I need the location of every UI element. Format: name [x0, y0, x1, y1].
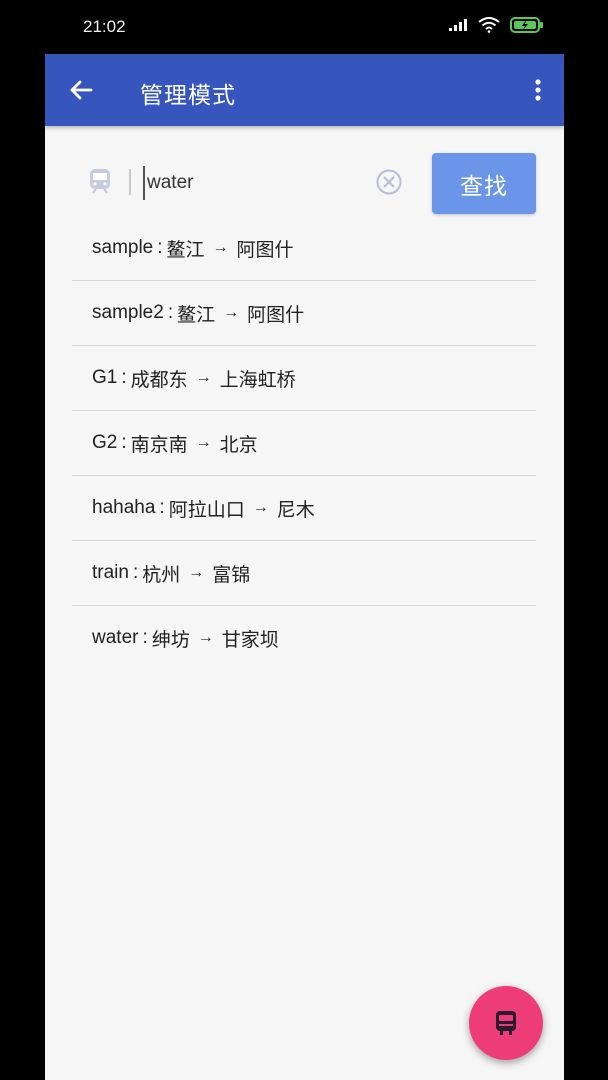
- route-from: 成都东: [130, 369, 188, 391]
- route-to: 阿图什: [247, 304, 305, 326]
- route-from: 鳌江: [166, 239, 205, 261]
- route-to: 富锦: [212, 564, 251, 586]
- route-item[interactable]: G2: 南京南 → 北京: [72, 411, 536, 476]
- route-list: sample: 鳌江 → 阿图什 sample2: 鳌江 → 阿图什 G1: 成都东 → 上海虹桥…: [72, 216, 536, 670]
- arrow-right-icon: →: [195, 369, 212, 386]
- route-code: train: [92, 562, 129, 583]
- route-from: 阿拉山口: [168, 499, 245, 521]
- route-from: 绅坊: [151, 629, 190, 651]
- signal-icon: [449, 19, 467, 31]
- route-to: 阿图什: [236, 239, 294, 261]
- add-train-fab[interactable]: [469, 986, 543, 1060]
- more-vert-icon[interactable]: [526, 76, 550, 104]
- route-code: G1: [92, 367, 118, 388]
- route-item[interactable]: water: 绅坊 → 甘家坝: [72, 606, 536, 670]
- route-from: 南京南: [130, 434, 188, 456]
- route-to: 甘家坝: [221, 629, 279, 651]
- route-code: sample: [92, 237, 154, 258]
- status-icons: [448, 17, 544, 33]
- route-to: 上海虹桥: [219, 369, 296, 391]
- train-icon: [496, 1011, 516, 1035]
- search-divider: [129, 169, 131, 195]
- route-from: 杭州: [142, 564, 181, 586]
- back-arrow-icon[interactable]: [67, 76, 95, 104]
- route-code: sample2: [92, 302, 164, 323]
- clear-icon[interactable]: [375, 168, 403, 196]
- route-item[interactable]: G1: 成都东 → 上海虹桥: [72, 346, 536, 411]
- search-button[interactable]: 查找: [432, 153, 536, 214]
- arrow-right-icon: →: [212, 239, 229, 256]
- route-to: 北京: [219, 434, 258, 456]
- route-item[interactable]: sample2: 鳌江 → 阿图什: [72, 281, 536, 346]
- status-bar: 21:02: [0, 0, 608, 54]
- search-row: 查找: [45, 126, 564, 226]
- arrow-right-icon: →: [252, 499, 269, 516]
- search-input[interactable]: [143, 166, 367, 200]
- train-icon: [90, 169, 110, 194]
- route-item[interactable]: train: 杭州 → 富锦: [72, 541, 536, 606]
- battery-icon: [510, 17, 543, 33]
- arrow-right-icon: →: [223, 304, 240, 321]
- route-item[interactable]: hahaha: 阿拉山口 → 尼木: [72, 476, 536, 541]
- route-item[interactable]: sample: 鳌江 → 阿图什: [72, 216, 536, 281]
- route-from: 鳌江: [177, 304, 216, 326]
- status-time: 21:02: [83, 17, 126, 36]
- arrow-right-icon: →: [195, 434, 212, 451]
- arrow-right-icon: →: [188, 564, 205, 581]
- route-to: 尼木: [276, 499, 315, 521]
- wifi-icon: [478, 17, 500, 33]
- app-bar: 管理模式: [45, 54, 564, 126]
- app-screen: 管理模式 查找 sample:鳌江→阿图什 sample2:鳌江→阿图什: [45, 54, 564, 1080]
- page-title: 管理模式: [140, 83, 236, 109]
- route-code: hahaha: [92, 497, 156, 518]
- arrow-right-icon: →: [197, 629, 214, 646]
- route-code: water: [92, 627, 139, 648]
- route-code: G2: [92, 432, 118, 453]
